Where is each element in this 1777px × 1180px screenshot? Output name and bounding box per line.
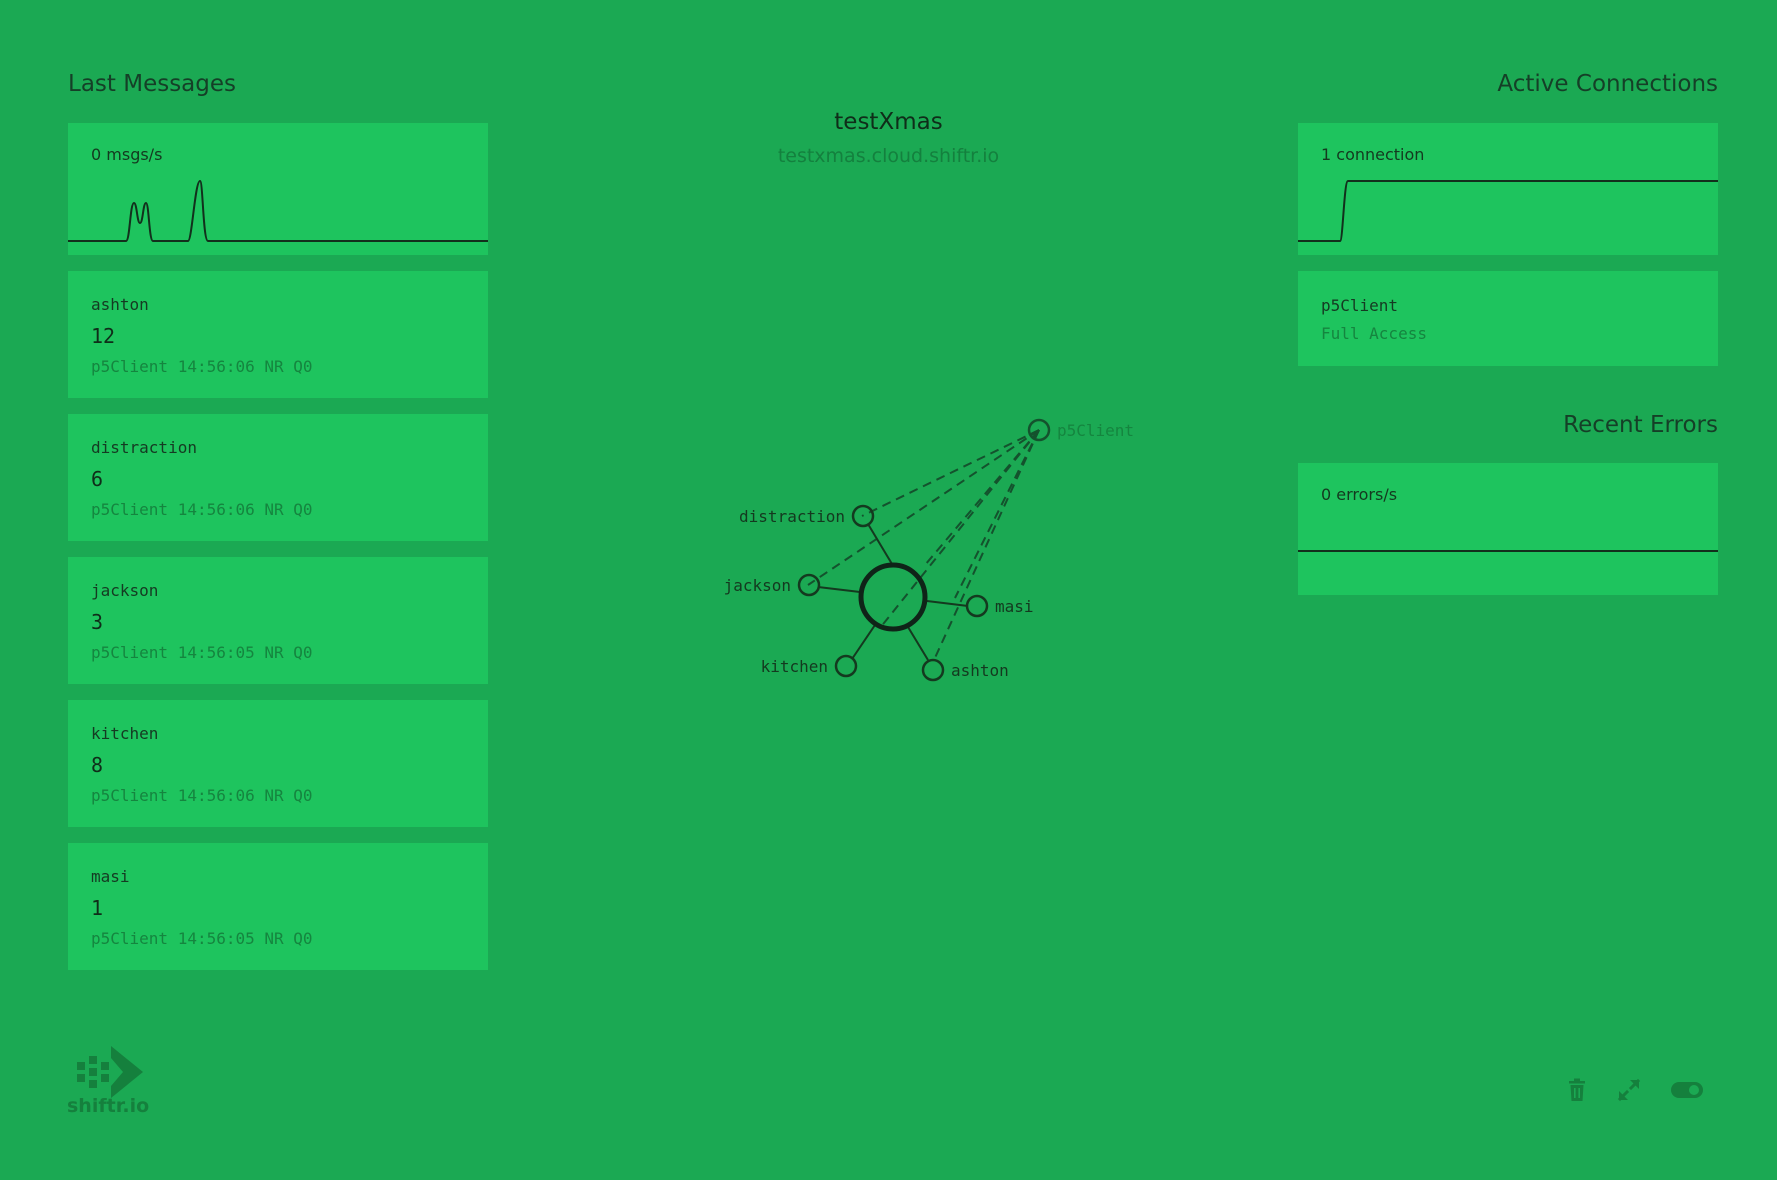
errors-card: 0 errors/s (1298, 463, 1718, 595)
connections-card: 1 connection (1298, 123, 1718, 255)
message-topic: masi (91, 867, 130, 886)
topic-links (817, 523, 969, 661)
message-meta: p5Client 14:56:06 NR Q0 (91, 500, 313, 519)
message-meta: p5Client 14:56:05 NR Q0 (91, 929, 313, 948)
trash-icon (1569, 1078, 1585, 1101)
client-node-label: p5Client (1057, 421, 1134, 440)
errors-sparkline (1298, 550, 1718, 552)
message-card[interactable]: kitchen 8 p5Client 14:56:06 NR Q0 (68, 700, 488, 827)
theme-toggle[interactable] (1669, 1075, 1705, 1105)
active-connections-title: Active Connections (1497, 71, 1718, 97)
client-name: p5Client (1321, 296, 1399, 315)
broker-node[interactable] (858, 562, 928, 632)
logo-text: shiftr.io (67, 1095, 150, 1117)
trash-button[interactable] (1564, 1075, 1590, 1105)
message-card[interactable]: distraction 6 p5Client 14:56:06 NR Q0 (68, 414, 488, 541)
topic-node-label: jackson (724, 576, 791, 595)
message-card[interactable]: jackson 3 p5Client 14:56:05 NR Q0 (68, 557, 488, 684)
dashboard: Last Messages 0 msgs/s ashton 12 p5Clien… (0, 0, 1777, 1180)
last-messages-title: Last Messages (68, 71, 237, 97)
toggle-icon (1671, 1082, 1703, 1098)
message-rate-card: 0 msgs/s (68, 123, 488, 255)
message-value: 3 (91, 610, 104, 634)
message-card[interactable]: masi 1 p5Client 14:56:05 NR Q0 (68, 843, 488, 970)
message-value: 8 (91, 753, 104, 777)
client-node[interactable] (1027, 418, 1051, 442)
message-topic: distraction (91, 438, 197, 457)
topic-node[interactable] (851, 504, 875, 528)
client-access: Full Access (1321, 324, 1427, 343)
topic-node[interactable] (834, 654, 858, 678)
message-meta: p5Client 14:56:05 NR Q0 (91, 643, 313, 662)
expand-icon (1617, 1078, 1641, 1102)
topic-node[interactable] (797, 573, 821, 597)
topic-node[interactable] (965, 594, 989, 618)
client-links (807, 429, 1040, 661)
message-topic: ashton (91, 295, 149, 314)
fullscreen-button[interactable] (1614, 1075, 1644, 1105)
topic-node-label: distraction (739, 507, 845, 526)
recent-errors-title: Recent Errors (1563, 412, 1718, 438)
message-rate-sparkline (68, 179, 488, 242)
connections-sparkline (1298, 180, 1718, 242)
message-meta: p5Client 14:56:06 NR Q0 (91, 786, 313, 805)
topic-node-label: kitchen (761, 657, 828, 676)
message-topic: kitchen (91, 724, 159, 743)
message-value: 12 (91, 324, 116, 348)
topic-node-label: masi (995, 597, 1034, 616)
message-value: 1 (91, 896, 104, 920)
message-topic: jackson (91, 581, 159, 600)
client-card[interactable]: p5Client Full Access (1298, 271, 1718, 366)
message-value: 6 (91, 467, 104, 491)
message-card[interactable]: ashton 12 p5Client 14:56:06 NR Q0 (68, 271, 488, 398)
topic-node-label: ashton (951, 661, 1009, 680)
message-meta: p5Client 14:56:06 NR Q0 (91, 357, 313, 376)
topic-node[interactable] (921, 658, 945, 682)
